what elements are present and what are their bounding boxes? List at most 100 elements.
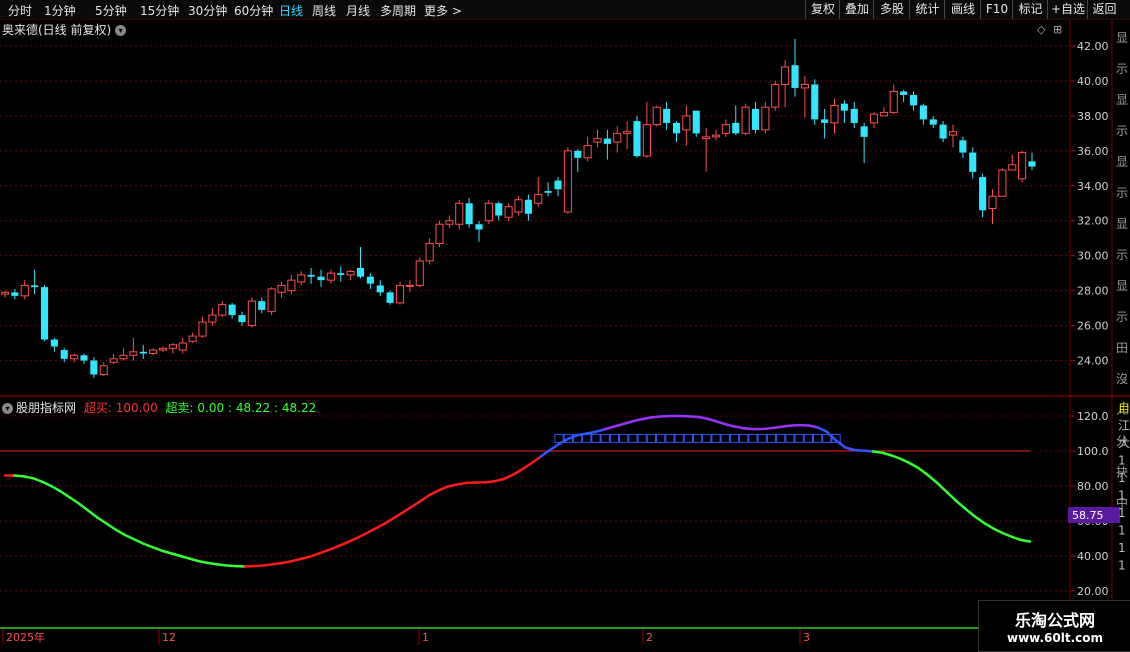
indicator-segment [864, 451, 873, 452]
multi-stock-button[interactable]: 多股 [873, 0, 910, 19]
candle-body-up [150, 350, 157, 353]
chart-title: 奥来德(日线 前复权)▾ [2, 21, 126, 38]
candle-body-up [653, 107, 660, 124]
indicator-segment [171, 553, 180, 556]
x-tick-label: 1 [422, 631, 429, 644]
tab-period-60min[interactable]: 60分钟 [234, 2, 273, 19]
candle-body-down [920, 105, 927, 119]
stats-button[interactable]: 统计 [909, 0, 945, 19]
tab-more[interactable]: 更多 > [424, 2, 462, 19]
candle-body-up [624, 132, 631, 134]
indicator-segment [23, 476, 32, 478]
y-tick-label: 30.00 [1077, 250, 1109, 263]
y-tick-label: 36.00 [1077, 145, 1109, 158]
candle-body-down [229, 305, 236, 315]
candle-body-up [347, 271, 354, 274]
indicator-segment [393, 513, 402, 519]
tab-period-15min[interactable]: 15分钟 [140, 2, 179, 19]
chevron-down-icon[interactable]: ▾ [115, 25, 126, 36]
indicator-segment [144, 544, 153, 548]
indicator-segment [33, 478, 42, 482]
y-tick-label: 40.00 [1077, 75, 1109, 88]
indicator-segment [42, 482, 51, 486]
candle-body-up [71, 355, 78, 358]
candle-body-down [475, 224, 482, 229]
candle-body-down [317, 277, 324, 280]
candle-body-up [179, 343, 186, 350]
indicator-segment [79, 504, 88, 511]
indicator-segment [707, 419, 716, 422]
f10-button[interactable]: F10 [980, 0, 1013, 19]
tab-period-day[interactable]: 日线 [279, 2, 303, 19]
candle-body-down [357, 268, 364, 277]
candle-body-down [752, 109, 759, 130]
watermark: 乐淘公式网 www.60lt.com [978, 600, 1130, 652]
indicator-box [740, 434, 748, 442]
indicator-segment [688, 416, 697, 417]
diamond-icon[interactable]: ◇ [1037, 23, 1046, 36]
tab-period-month[interactable]: 月线 [346, 2, 370, 19]
candle-body-up [396, 285, 403, 302]
right-glyph: 沒 [1116, 372, 1128, 386]
indicator-segment [541, 450, 550, 457]
overlay-button[interactable]: 叠加 [839, 0, 874, 19]
indicator-segment [134, 539, 143, 543]
indicator-box [583, 434, 591, 442]
right-glyph: 1 [1118, 524, 1126, 538]
right-glyph: 1 [1118, 471, 1126, 485]
indicator-segment [975, 516, 984, 522]
candle-body-up [880, 112, 887, 115]
indicator-segment [587, 432, 596, 434]
tab-period-multi[interactable]: 多周期 [380, 2, 416, 19]
candle-body-up [288, 280, 295, 290]
tab-period-1min[interactable]: 1分钟 [44, 2, 76, 19]
indicator-box [730, 434, 738, 442]
candle-body-down [673, 123, 680, 133]
candle-body-up [110, 359, 117, 362]
indicator-segment [384, 519, 393, 525]
candles [1, 39, 1035, 378]
candle-body-up [1, 292, 8, 294]
candle-body-up [515, 200, 522, 212]
candle-body-up [120, 355, 127, 358]
indicator-segment [882, 453, 891, 456]
indicator-segment [180, 556, 189, 559]
candle-body-up [999, 170, 1006, 196]
mark-button[interactable]: 标记 [1012, 0, 1048, 19]
indicator-segment [559, 439, 568, 444]
candle-body-down [90, 361, 97, 375]
indicator-box [721, 434, 729, 442]
current-value-text: 58.75 [1072, 509, 1104, 522]
fuquan-button[interactable]: 复权 [805, 0, 840, 19]
indicator-box [712, 434, 720, 442]
candle-body-down [693, 111, 700, 134]
draw-line-button[interactable]: 画线 [944, 0, 981, 19]
x-tick-label: 2 [646, 631, 653, 644]
indicator-box [601, 434, 609, 442]
x-axis-labels: 2025年12123 [3, 629, 810, 645]
indicator-box [823, 434, 831, 442]
y-tick-label: 42.00 [1077, 40, 1109, 53]
legend-buy-value: 100.00 [116, 401, 158, 415]
back-button[interactable]: 返回 [1087, 0, 1121, 19]
candle-body-down [930, 119, 937, 124]
right-glyph: 1 [1118, 506, 1126, 520]
candle-body-up [742, 107, 749, 133]
candle-body-up [278, 285, 285, 292]
candle-body-up [485, 203, 492, 220]
indicator-segment [651, 417, 660, 418]
grid-icon[interactable]: ⊞ [1053, 23, 1062, 36]
indicator-segment [642, 417, 651, 419]
tab-period-5min[interactable]: 5分钟 [95, 2, 127, 19]
chevron-down-icon[interactable]: ▾ [2, 403, 13, 414]
add-watchlist-button[interactable]: +自选 [1047, 0, 1088, 19]
indicator-segment [328, 547, 337, 551]
candle-body-up [535, 195, 542, 204]
indicator-name: 股朋指标网 [16, 401, 76, 415]
indicator-segment [291, 559, 300, 561]
right-glyph: 示 [1116, 62, 1128, 76]
tab-period-30min[interactable]: 30分钟 [188, 2, 227, 19]
tab-period-fenshi[interactable]: 分时 [8, 2, 32, 19]
candle-body-up [298, 275, 305, 282]
tab-period-week[interactable]: 周线 [312, 2, 336, 19]
